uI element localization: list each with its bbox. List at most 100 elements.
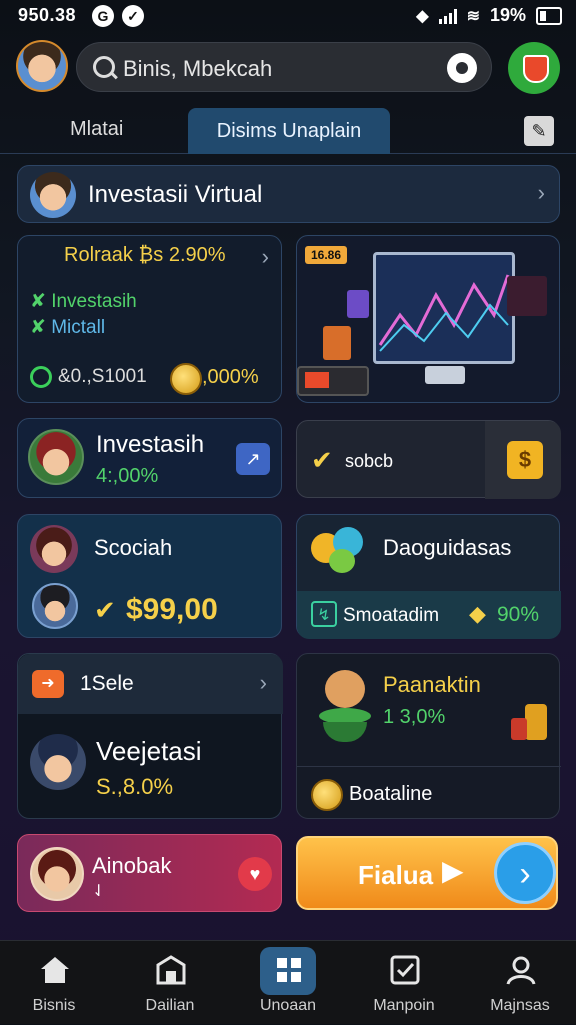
- alert-sub: ⇃: [92, 883, 106, 900]
- sale-tag-icon: ➜: [32, 670, 64, 698]
- store-icon: [156, 955, 186, 985]
- tab-disims-unaplain[interactable]: Disims Unaplain: [188, 108, 390, 154]
- status-time: 950.38: [18, 5, 77, 25]
- checklist-icon: [390, 955, 420, 985]
- nav-item-bisnis[interactable]: Bisnis: [6, 941, 102, 1025]
- chart-graph-icon: [378, 274, 510, 352]
- next-arrow-icon[interactable]: ›: [494, 842, 556, 904]
- social-title: Scociah: [94, 535, 173, 560]
- summary-coin-value: ,000%: [202, 366, 259, 388]
- alert-avatar: [30, 847, 84, 901]
- trend-card-icon: [507, 276, 547, 316]
- profile-avatar[interactable]: [16, 40, 68, 92]
- investment-title: Investasih: [96, 431, 205, 458]
- check-coin-icon: ✔: [311, 445, 333, 475]
- investor-avatar: [28, 429, 84, 485]
- panaktin-title: Paanaktin: [383, 672, 481, 697]
- nav-item-majnsas[interactable]: Majnsas: [472, 941, 568, 1025]
- header-title: Investasii Virtual: [88, 181, 263, 208]
- profile-icon: [506, 956, 536, 985]
- sale-card[interactable]: ➜ 1Sele › Veejetasi S.,8.0%: [17, 653, 283, 819]
- settings-icon[interactable]: [447, 53, 477, 83]
- header-avatar: [30, 172, 76, 218]
- home-icon: [41, 957, 69, 983]
- summary-card[interactable]: Rolraak ₿s 2.90% › ✘ Investasih ✘ Mictal…: [17, 235, 282, 403]
- sobcb-side-panel: $: [485, 421, 561, 499]
- summary-title: Rolraak ₿s 2.90%: [64, 244, 226, 266]
- mini-chart-icon: [347, 290, 369, 318]
- tab-bar: Mlatai Disims Unaplain ✎: [0, 106, 576, 154]
- chevron-right-icon: ›: [261, 244, 269, 269]
- shield-button[interactable]: [508, 42, 560, 94]
- cta-button[interactable]: Fialua ▶ ›: [296, 836, 558, 910]
- nfc-icon: ◆: [416, 7, 429, 25]
- dao-title: Daoguidasas: [383, 535, 512, 560]
- chevron-right-icon: ›: [259, 670, 267, 695]
- chart-badge: 16.86: [305, 246, 348, 264]
- summary-left-value: &0.,S1001: [58, 366, 147, 387]
- dollar-icon[interactable]: $: [507, 441, 543, 479]
- wifi-icon: ≋: [466, 7, 480, 25]
- status-bar: 950.38 G ✓ ◆ ≋ 19%: [0, 0, 576, 34]
- edit-icon[interactable]: ✎: [524, 116, 554, 146]
- alert-title: Ainobak: [92, 853, 172, 878]
- bottom-navigation: Bisnis Dailian Unoaan Manpoin Majnsas: [0, 940, 576, 1024]
- cta-label: Fialua: [358, 860, 434, 890]
- sale-avatar: [30, 734, 86, 790]
- dao-coin-icon: ◆: [469, 601, 486, 626]
- tab-mlatai[interactable]: Mlatai: [70, 118, 123, 141]
- app-notification-icon: G: [92, 5, 114, 27]
- cash-register-icon: [297, 366, 369, 396]
- grid-icon: [277, 958, 301, 982]
- investment-card[interactable]: Investasih 4:,00% ↗: [17, 418, 282, 498]
- sobcb-label: sobcb: [345, 451, 394, 471]
- people-network-icon: [311, 527, 369, 575]
- search-icon: [93, 56, 115, 78]
- alert-card[interactable]: Ainobak ⇃ ♥: [17, 834, 282, 912]
- summary-item-2: ✘ Mictall: [30, 317, 106, 338]
- nav-item-dailian[interactable]: Dailian: [122, 941, 218, 1025]
- monitor-icon: [373, 252, 515, 364]
- social-avatar-2: [32, 583, 78, 629]
- sale-value: S.,8.0%: [96, 774, 174, 799]
- battery-percent: 19%: [489, 5, 526, 25]
- virtual-investment-header[interactable]: Investasii Virtual ›: [17, 165, 560, 223]
- nav-item-manpoin[interactable]: Manpoin: [356, 941, 452, 1025]
- dao-stat-icon: ↯: [311, 601, 337, 627]
- investment-value: 4:,00%: [96, 465, 159, 487]
- summary-item-1: ✘ Investasih: [30, 291, 137, 312]
- search-bar[interactable]: Binis, Mbekcah: [76, 42, 492, 92]
- monitor-stand: [425, 366, 465, 384]
- message-notification-icon: ✓: [122, 5, 144, 27]
- dao-card[interactable]: Daoguidasas ↯ Smoatadim ◆ 90%: [296, 514, 561, 639]
- footer-coin-icon: [311, 779, 343, 811]
- sobcb-card[interactable]: ✔ sobcb $: [296, 420, 561, 499]
- sale-name: Veejetasi: [96, 736, 202, 766]
- sale-title: 1Sele: [80, 672, 134, 695]
- chart-illustration: 16.86: [296, 235, 560, 403]
- dao-sub-panel: ↯ Smoatadim ◆ 90%: [297, 591, 561, 639]
- social-card[interactable]: Scociah ✔ $99,00: [17, 514, 282, 638]
- battery-icon: [536, 6, 562, 25]
- bar-chart-icon: [323, 326, 351, 360]
- panaktin-card[interactable]: Paanaktin 1 3,0% Boataline: [296, 653, 561, 820]
- coin-icon: [170, 363, 202, 395]
- social-coin-icon: ✔: [94, 595, 116, 625]
- shield-icon: [523, 55, 549, 83]
- signal-icon: [438, 8, 457, 24]
- trophy-character-icon: [315, 670, 375, 746]
- social-avatar: [30, 525, 78, 573]
- play-icon: ▶: [442, 855, 464, 886]
- panaktin-footer-label: Boataline: [349, 783, 433, 805]
- coin-stack-icon: [511, 684, 551, 744]
- heart-icon[interactable]: ♥: [238, 857, 272, 891]
- panaktin-footer: Boataline: [297, 766, 561, 820]
- social-amount: $99,00: [126, 593, 218, 626]
- panaktin-value: 1 3,0%: [383, 706, 446, 728]
- dao-sub-value: 90%: [497, 603, 540, 626]
- refresh-icon: [30, 366, 52, 388]
- chevron-right-icon: ›: [537, 180, 545, 205]
- search-input[interactable]: Binis, Mbekcah: [123, 56, 272, 82]
- nav-item-unoaan[interactable]: Unoaan: [240, 941, 336, 1025]
- edit-link-icon[interactable]: ↗: [236, 443, 270, 475]
